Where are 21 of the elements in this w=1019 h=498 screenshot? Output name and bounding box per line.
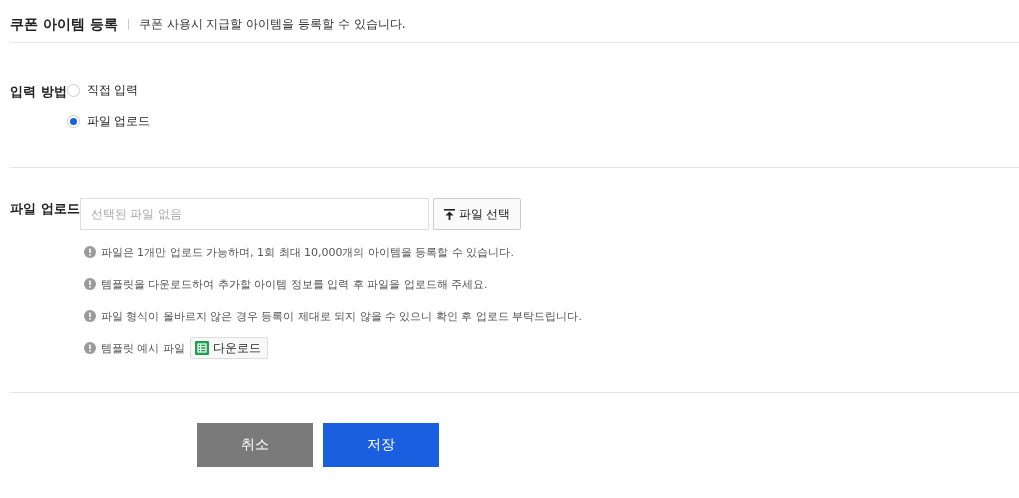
download-button[interactable]: 다운로드 — [189, 337, 268, 359]
field-label: 입력 방법 — [10, 84, 67, 99]
note-text: 파일은 1개만 업로드 가능하며, 1회 최대 10,000개의 아이템을 등록할 수 있습니다. — [100, 244, 514, 260]
save-button[interactable]: 저장 — [323, 423, 439, 467]
info-icon — [83, 278, 96, 290]
radio-option[interactable]: 직접 입력 — [66, 82, 151, 99]
spreadsheet-icon — [194, 341, 209, 355]
info-icon — [83, 246, 96, 258]
file-name-field[interactable]: 선택된 파일 없음 — [79, 198, 429, 230]
page-title: 쿠폰 아이템 등록 — [10, 15, 118, 34]
file-select-button[interactable]: 파일 선택 — [432, 198, 522, 230]
cancel-button[interactable]: 취소 — [197, 423, 313, 467]
field-label: 파일 업로드 — [10, 200, 80, 216]
info-icon — [83, 342, 96, 354]
page-description: 쿠폰 사용시 지급할 아이템을 등록할 수 있습니다. — [138, 16, 406, 33]
info-icon — [83, 310, 96, 322]
note-text: 템플릿 예시 파일 — [100, 340, 185, 356]
note-text: 파일 형식이 올바르지 않은 경우 등록이 제대로 되지 않을 수 있으니 확인 후 업로드 부탁드립니다. — [100, 308, 582, 324]
upload-icon — [443, 208, 455, 220]
note-text: 템플릿을 다운로드하여 추가할 아이템 정보를 입력 후 파일을 업로드해 주세요. — [100, 276, 488, 292]
radio-option[interactable]: 파일 업로드 — [66, 113, 151, 130]
